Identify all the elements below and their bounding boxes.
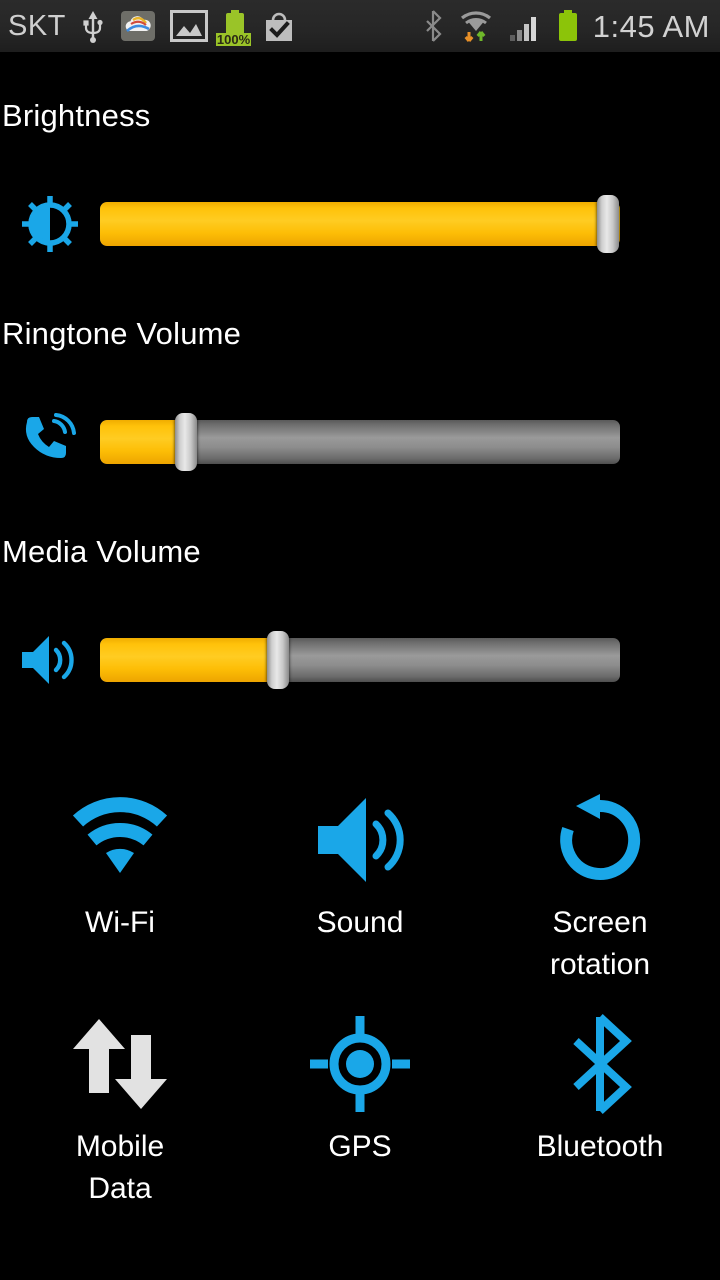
brightness-slider-fill: [100, 202, 620, 246]
ringtone-slider-fill: [100, 420, 184, 464]
toggle-mobile-data[interactable]: Mobile Data: [0, 1002, 240, 1222]
ringtone-volume-title: Ringtone Volume: [2, 316, 242, 351]
ringtone-slider-row[interactable]: [0, 411, 720, 473]
ringtone-volume-section: Ringtone Volume: [0, 317, 720, 351]
clock-label: 1:45 AM: [592, 8, 710, 44]
gps-crosshair-icon: [304, 1010, 416, 1118]
toggle-sound-label: Sound: [316, 906, 404, 939]
screenshot-image-icon: [169, 10, 208, 42]
phone-ringing-icon: [18, 410, 82, 474]
media-volume-title: Media Volume: [2, 534, 201, 569]
media-volume-section: Media Volume: [0, 535, 720, 569]
toggle-sound[interactable]: Sound: [240, 778, 480, 998]
toggle-wifi[interactable]: Wi-Fi: [0, 778, 240, 998]
media-slider-row[interactable]: [0, 629, 720, 691]
brightness-title: Brightness: [2, 98, 151, 133]
brightness-slider-track[interactable]: [100, 202, 620, 246]
toggle-gps-label: GPS: [328, 1130, 392, 1163]
brightness-section: Brightness: [0, 99, 720, 133]
brightness-sun-icon: [18, 192, 82, 256]
mobile-data-arrows-icon: [64, 1010, 176, 1118]
toggle-mobile-data-label: Mobile Data: [75, 1130, 165, 1205]
status-bar: SKT 100% 1:45 AM: [0, 0, 720, 52]
bluetooth-icon: [425, 10, 442, 42]
toggle-gps[interactable]: GPS: [240, 1002, 480, 1222]
carrier-label: SKT: [8, 9, 66, 42]
ringtone-slider-thumb[interactable]: [175, 413, 197, 471]
checkmark-bag-icon: [265, 12, 292, 41]
cellular-signal-icon: [509, 17, 536, 41]
bluetooth-icon: [544, 1010, 656, 1118]
status-bar-left-icons: SKT 100%: [0, 9, 296, 46]
battery-charging-status: 100%: [215, 9, 252, 46]
toggle-bluetooth-label: Bluetooth: [536, 1130, 664, 1163]
quick-settings-screen: SKT 100% 1:45 AM Brightness Ringtone Vol…: [0, 0, 720, 1280]
speaker-volume-icon: [18, 628, 82, 692]
wifi-icon: [64, 786, 176, 894]
toggle-bluetooth[interactable]: Bluetooth: [480, 1002, 720, 1222]
media-slider-track[interactable]: [100, 638, 620, 682]
media-slider-fill: [100, 638, 277, 682]
battery-full-icon: [558, 10, 577, 41]
rotate-screen-icon: [544, 786, 656, 894]
brightness-slider-row[interactable]: [0, 193, 720, 255]
media-slider-thumb[interactable]: [267, 631, 289, 689]
toggle-wifi-label: Wi-Fi: [85, 906, 155, 939]
speaker-icon: [304, 786, 416, 894]
brightness-slider-thumb[interactable]: [597, 195, 619, 253]
usb-icon: [83, 11, 103, 43]
toggle-screen-rotation-label: Screen rotation: [549, 906, 651, 981]
quick-toggle-grid: Wi-Fi Sound Screen rotation Mobile Data …: [0, 778, 720, 1222]
cloud-sync-icon: [120, 11, 155, 41]
status-bar-right-icons: 1:45 AM: [423, 9, 720, 43]
toggle-screen-rotation[interactable]: Screen rotation: [480, 778, 720, 998]
wifi-data-activity-icon: [460, 11, 491, 42]
battery-percent-label: 100%: [215, 32, 252, 47]
